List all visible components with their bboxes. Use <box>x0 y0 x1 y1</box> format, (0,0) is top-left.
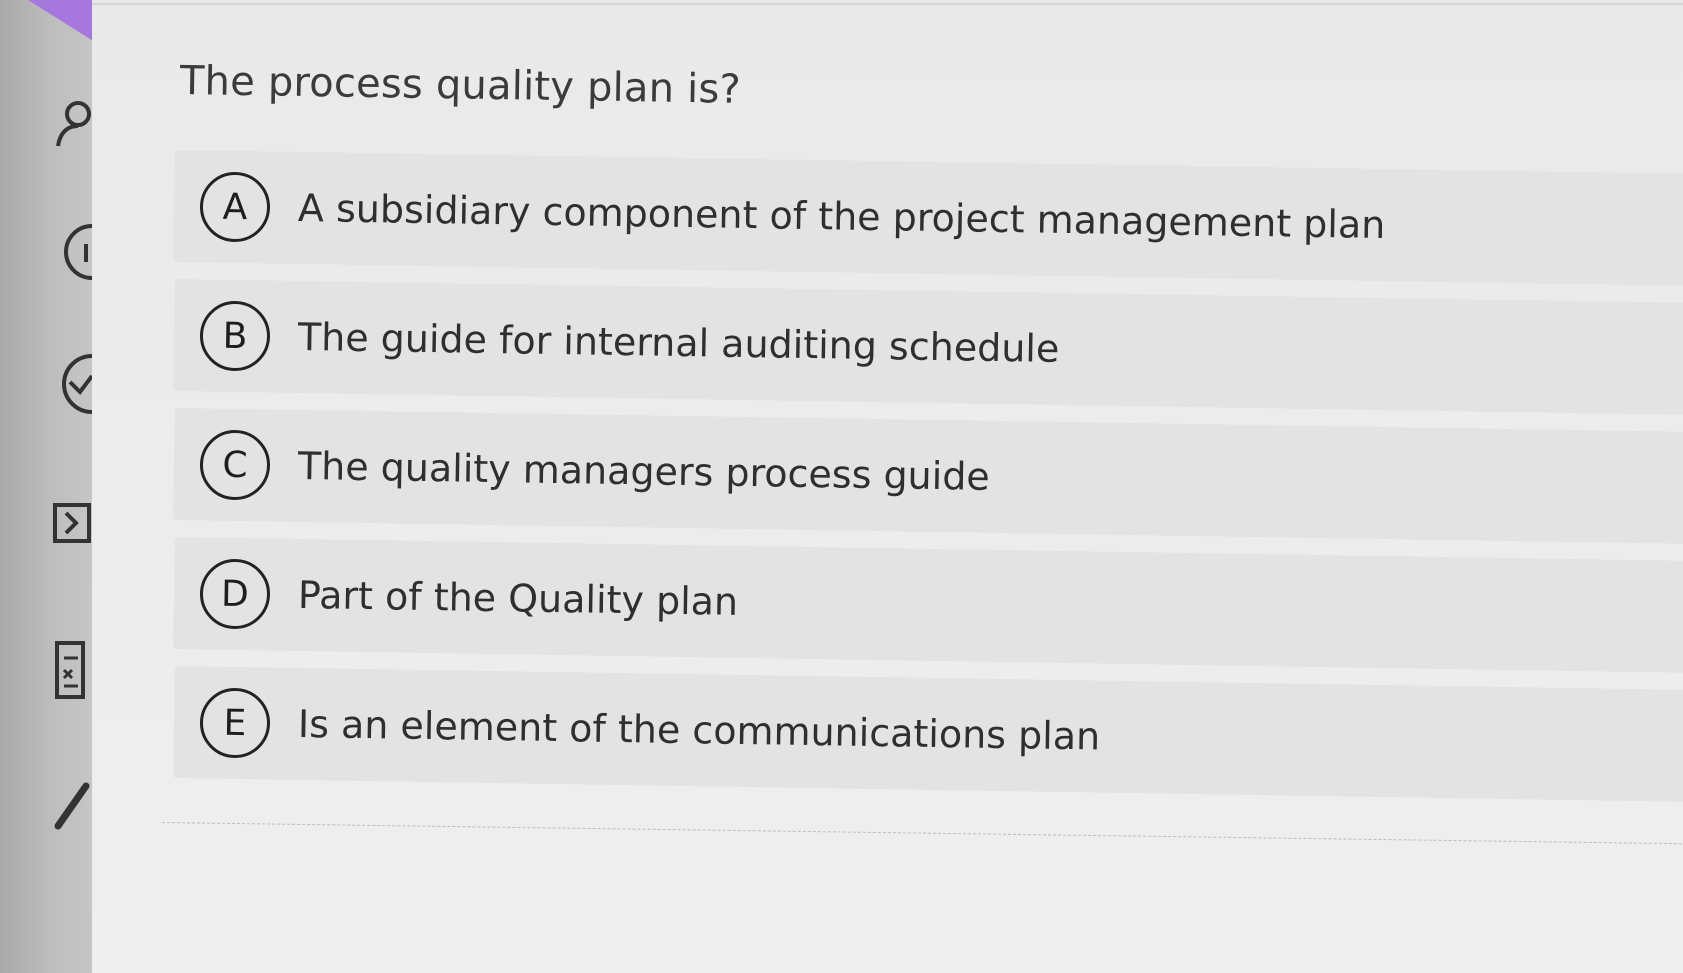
option-e[interactable]: E Is an element of the communications pl… <box>173 666 1683 802</box>
option-label: The guide for internal auditing schedule <box>297 314 1060 371</box>
option-a[interactable]: A A subsidiary component of the project … <box>173 150 1683 286</box>
info-icon[interactable] <box>54 222 94 282</box>
question-text: The process quality plan is? <box>179 58 742 113</box>
option-label: Part of the Quality plan <box>297 572 739 624</box>
option-label: The quality managers process guide <box>297 443 991 499</box>
accent-corner <box>28 0 98 44</box>
tool-rail <box>0 0 98 973</box>
question-panel: The process quality plan is? A A subsidi… <box>92 0 1683 973</box>
pen-icon[interactable] <box>50 778 94 832</box>
options-list: A A subsidiary component of the project … <box>173 150 1683 802</box>
option-letter-badge: A <box>199 171 271 243</box>
option-letter-badge: E <box>199 687 271 759</box>
calculator-icon[interactable] <box>54 640 86 700</box>
option-letter-badge: C <box>199 429 271 501</box>
screen: The process quality plan is? A A subsidi… <box>0 0 1683 973</box>
check-icon[interactable] <box>54 352 94 416</box>
person-icon[interactable] <box>52 98 92 150</box>
option-label: A subsidiary component of the project ma… <box>297 185 1386 248</box>
option-label: Is an element of the communications plan <box>297 701 1101 759</box>
option-letter-badge: D <box>199 558 271 630</box>
bottom-divider <box>161 822 1682 845</box>
option-b[interactable]: B The guide for internal auditing schedu… <box>173 279 1683 415</box>
option-letter-badge: B <box>199 300 271 372</box>
option-c[interactable]: C The quality managers process guide <box>173 408 1683 544</box>
sigma-icon[interactable] <box>52 502 92 544</box>
top-divider <box>92 3 1683 5</box>
option-d[interactable]: D Part of the Quality plan <box>173 537 1683 673</box>
